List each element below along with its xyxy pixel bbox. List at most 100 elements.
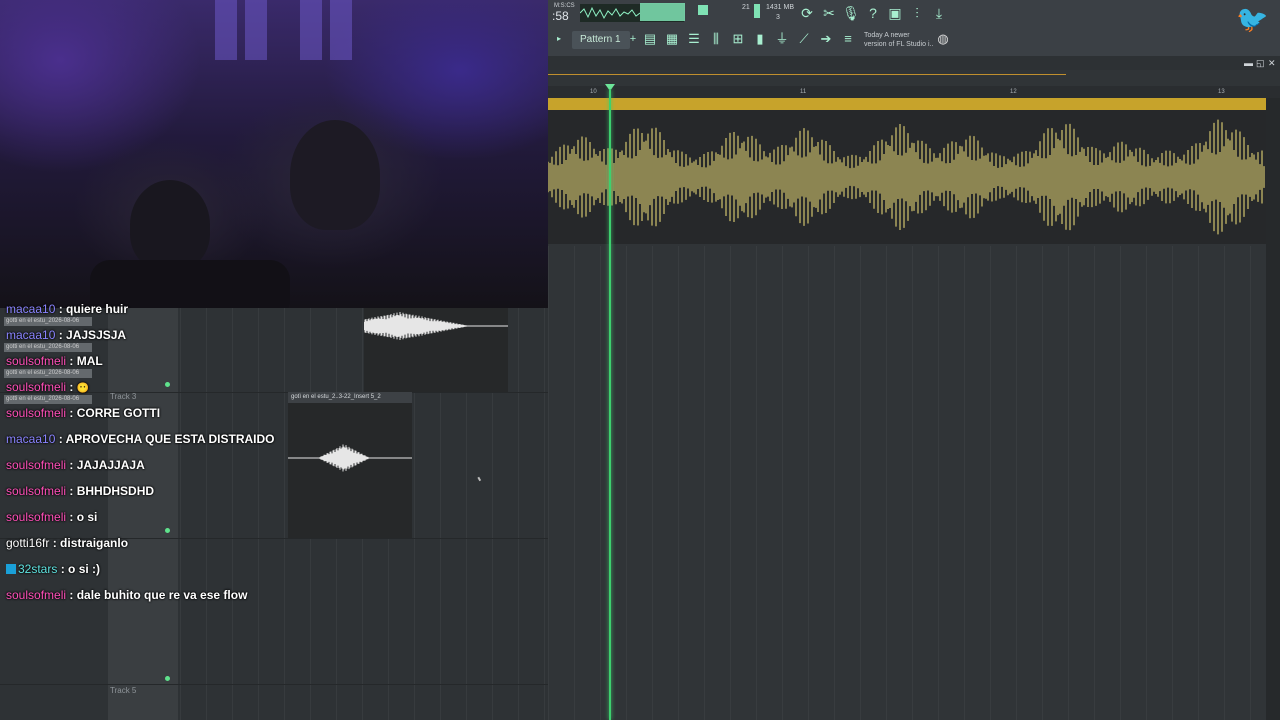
tempo-icon[interactable]: ⟋	[795, 30, 813, 48]
chat-text: APROVECHA QUE ESTA DISTRAIDO	[65, 432, 275, 446]
track-5-label[interactable]: Track 5	[110, 686, 136, 695]
mixer-icon[interactable]: ⫶	[908, 4, 926, 22]
chat-separator: :	[57, 562, 69, 576]
chat-username[interactable]: 32stars	[18, 562, 57, 576]
chat-text: JAJAJJAJA	[76, 458, 145, 472]
chat-text: distraiganlo	[60, 536, 129, 550]
window-light	[245, 0, 267, 60]
chat-username[interactable]: soulsofmeli	[6, 458, 66, 472]
cpu-meter	[754, 4, 760, 18]
news-line2: version of FL Studio i..	[864, 41, 934, 48]
news-line1: A newer	[884, 32, 910, 39]
chat-separator: :	[66, 510, 77, 524]
chat-message: macaa10 : JAJSJSJA	[6, 328, 126, 342]
playlist-window: ▬ ◱ ✕ 10 11 12 13	[548, 56, 1280, 720]
badge-icon	[6, 564, 16, 574]
pattern-selector[interactable]: Pattern 1	[572, 31, 630, 49]
news-icon[interactable]: ≡	[839, 30, 857, 48]
chat-message: soulsofmeli : dale buhito que re va ese …	[6, 588, 247, 602]
chat-separator: :	[66, 588, 77, 602]
chat-message: soulsofmeli : o si	[6, 510, 97, 524]
chat-username[interactable]: macaa10	[6, 328, 55, 342]
vertical-scrollbar[interactable]	[1266, 98, 1280, 720]
clip-waveform	[364, 312, 508, 340]
chat-username[interactable]: soulsofmeli	[6, 406, 66, 420]
chat-username[interactable]: gotti16fr	[6, 536, 49, 550]
chat-text: MAL	[76, 354, 103, 368]
emote-icon: 😶	[76, 383, 90, 394]
download-icon[interactable]: ⤓	[930, 4, 948, 22]
plug-icon[interactable]: ⏚	[773, 30, 791, 48]
add-pattern-icon[interactable]: +	[624, 30, 642, 48]
browser-icon[interactable]: ⊞	[729, 30, 747, 48]
cut-icon[interactable]: ✂	[820, 4, 838, 22]
chat-username[interactable]: macaa10	[6, 302, 55, 316]
playlist-grid[interactable]	[548, 246, 1266, 720]
memory-readout: 1431 MB	[766, 4, 795, 11]
chat-separator: :	[66, 354, 77, 368]
help-icon[interactable]: ?	[864, 4, 882, 22]
chat-message: soulsofmeli : 😶	[6, 380, 89, 394]
chat-message: soulsofmeli : MAL	[6, 354, 103, 368]
audio-clip[interactable]	[364, 308, 508, 392]
audio-clip-header[interactable]	[548, 98, 1266, 110]
time-display[interactable]: :58	[552, 9, 569, 23]
chat-message: macaa10 : quiere huir	[6, 302, 128, 316]
microphone-icon[interactable]: 🎙	[842, 4, 860, 22]
chat-message: soulsofmeli : CORRE GOTTI	[6, 406, 160, 420]
chat-username[interactable]: soulsofmeli	[6, 354, 66, 368]
stream-chat: macaa10 : quiere huir macaa10 : JAJSJSJA s…	[0, 300, 360, 630]
chat-message: macaa10 : APROVECHA QUE ESTA DISTRAIDO	[6, 432, 275, 446]
chat-separator: :	[55, 328, 67, 342]
maximize-icon[interactable]: ◱	[1256, 58, 1265, 69]
chat-username[interactable]: soulsofmeli	[6, 510, 66, 524]
mixer-view-icon[interactable]: ⫼	[707, 30, 725, 48]
chat-separator: :	[55, 432, 66, 446]
chat-username[interactable]: soulsofmeli	[6, 588, 66, 602]
waveform	[548, 119, 1265, 235]
volume-meter	[640, 3, 685, 21]
minimize-icon[interactable]: ▬	[1244, 58, 1253, 68]
waveform-path	[364, 312, 508, 340]
chat-message: soulsofmeli : JAJAJJAJA	[6, 458, 145, 472]
chat-separator: :	[49, 536, 61, 550]
webcam-feed	[0, 0, 548, 308]
fl-studio-logo[interactable]: 🐦	[1236, 4, 1268, 34]
chat-text: BHHDHSDHD	[76, 484, 155, 498]
chat-message: 32stars : o si :)	[6, 562, 100, 576]
track-mute-led[interactable]	[165, 676, 170, 681]
plugin-icon[interactable]: ▮	[751, 30, 769, 48]
track-divider	[0, 684, 548, 685]
waveform-icon	[579, 6, 641, 20]
chat-separator: :	[66, 380, 77, 394]
clip-notification: gotti en el estu_2026-08-06	[4, 369, 92, 378]
loop-record-icon[interactable]: ⟳	[798, 4, 816, 22]
chat-separator: :	[66, 484, 77, 498]
close-icon[interactable]: ✕	[1268, 58, 1276, 69]
song-position-line	[548, 74, 1066, 75]
fl-toolbar: M:S:CS :58 21 1431 MB 3 ⟳ ✂ 🎙 ? ▣ ⫶ ⤓ ▸ …	[548, 0, 1280, 57]
save-icon[interactable]: ▣	[886, 4, 904, 22]
timeline-ruler[interactable]: 10 11 12 13	[548, 86, 1280, 98]
chat-username[interactable]: soulsofmeli	[6, 380, 66, 394]
arrow-icon[interactable]: ➔	[817, 30, 835, 48]
window-light	[330, 0, 352, 60]
chat-separator: :	[66, 406, 77, 420]
play-arrow-icon[interactable]: ▸	[550, 30, 568, 48]
clip-notification: gotti en el estu_2026-08-06	[4, 343, 92, 352]
guest-silhouette	[290, 120, 380, 230]
bar-marker: 11	[800, 89, 807, 95]
cpu-bar	[698, 5, 708, 15]
audio-clip-waveform[interactable]	[548, 110, 1266, 244]
chat-username[interactable]: soulsofmeli	[6, 484, 66, 498]
channel-rack-icon[interactable]: ☰	[685, 30, 703, 48]
online-icon[interactable]: ◍	[934, 30, 952, 48]
news-panel[interactable]: Today A newer version of FL Studio i..	[864, 31, 933, 49]
waveform-path	[548, 119, 1265, 235]
chat-text: JAJSJSJA	[66, 328, 127, 342]
chat-username[interactable]: macaa10	[6, 432, 55, 446]
chat-text: o si :)	[68, 562, 101, 576]
playlist-icon[interactable]: ▤	[641, 30, 659, 48]
news-date: Today	[864, 32, 883, 39]
piano-roll-icon[interactable]: ▦	[663, 30, 681, 48]
